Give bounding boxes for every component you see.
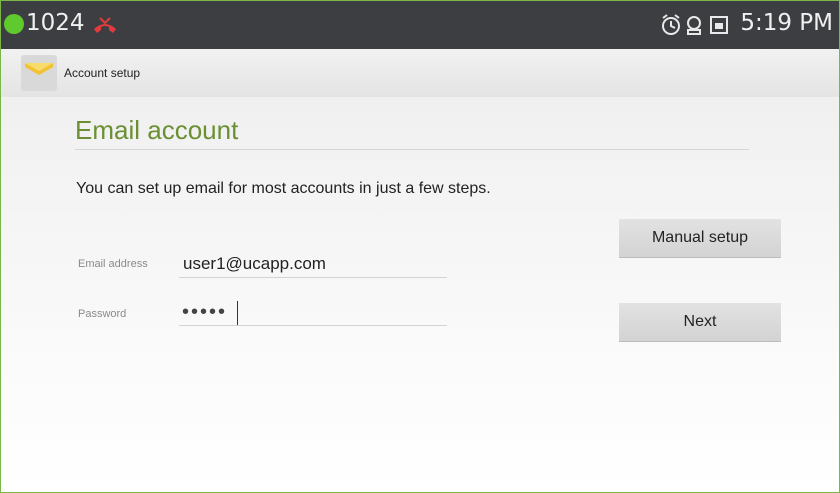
text-cursor [237,301,238,325]
missed-call-icon [94,17,116,33]
password-field[interactable]: ••••• [182,301,227,324]
password-underline [179,325,447,326]
email-label: Email address [78,258,148,270]
notification-count: 1024 [26,10,85,36]
email-app-icon[interactable] [19,53,59,93]
green-dot-icon [4,14,24,34]
alarm-icon [662,14,680,35]
manual-setup-button[interactable]: Manual setup [619,219,781,258]
action-bar-title: Account setup [64,66,141,80]
password-label: Password [78,308,127,320]
status-bar: 1024 5:19 PM [1,1,839,49]
title-divider [75,149,749,150]
action-bar: Account setup [1,49,839,97]
section-title: Email account [75,115,239,145]
intro-text: You can set up email for most accounts i… [76,180,491,197]
email-field[interactable]: user1@ucapp.com [183,254,326,274]
email-underline [179,277,447,278]
next-button[interactable]: Next [619,303,781,342]
screen-icon [710,16,728,34]
status-icons [662,14,728,35]
cloud-icon [687,16,701,35]
status-time: 5:19 PM [740,10,833,36]
screen: 1024 5:19 PM Account setup Email account… [0,0,840,493]
